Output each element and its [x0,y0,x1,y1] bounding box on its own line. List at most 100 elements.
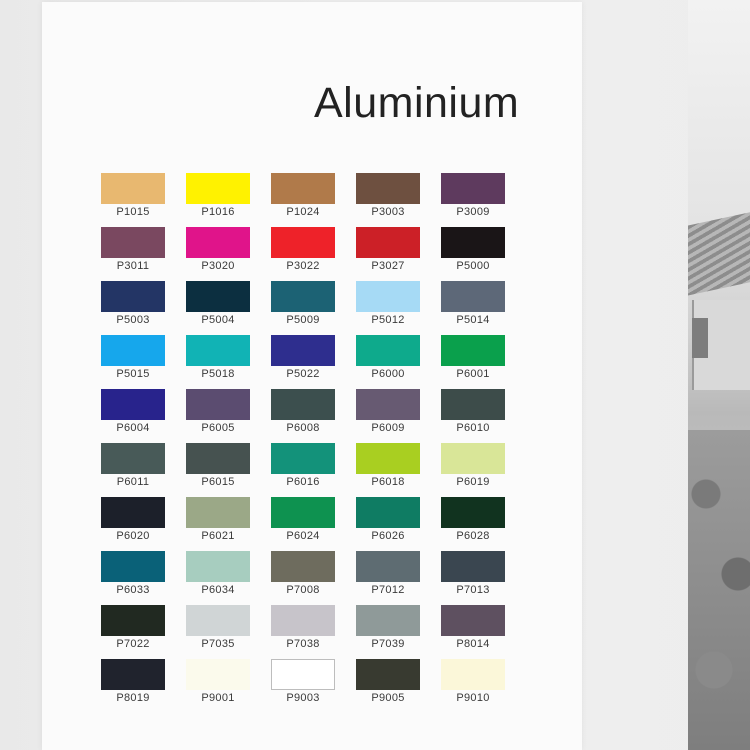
color-swatch-item: P5018 [186,335,250,381]
color-swatch [271,659,335,690]
color-swatch-item: P5014 [441,281,505,327]
color-code-label: P9005 [371,692,405,704]
color-code-label: P6015 [201,476,235,488]
color-code-label: P5009 [286,314,320,326]
color-swatch [186,389,250,420]
color-swatch-item: P6018 [356,443,420,489]
color-swatch [186,659,250,690]
color-swatch [186,227,250,258]
color-swatch [186,281,250,312]
color-swatch-item: P7022 [101,605,165,651]
color-code-label: P8019 [116,692,150,704]
color-swatch-item: P5004 [186,281,250,327]
color-swatch [441,443,505,474]
color-code-label: P7038 [286,638,320,650]
color-code-label: P5014 [456,314,490,326]
color-swatch-item: P6011 [101,443,165,489]
color-swatch-item: P1015 [101,173,165,219]
color-swatch-item: P7008 [271,551,335,597]
color-code-label: P8014 [456,638,490,650]
color-code-label: P6000 [371,368,405,380]
color-swatch-item: P6001 [441,335,505,381]
color-swatch-item: P6020 [101,497,165,543]
color-code-label: P7022 [116,638,150,650]
color-swatch [271,497,335,528]
color-swatch [101,497,165,528]
color-swatch [356,389,420,420]
color-swatch-item: P7038 [271,605,335,651]
color-code-label: P5012 [371,314,405,326]
color-code-label: P6010 [456,422,490,434]
color-code-label: P6034 [201,584,235,596]
color-swatch [186,605,250,636]
color-swatch [101,443,165,474]
color-swatch [441,659,505,690]
color-code-label: P7039 [371,638,405,650]
color-code-label: P6024 [286,530,320,542]
color-swatch [101,551,165,582]
color-swatch-item: P3027 [356,227,420,273]
color-swatch [441,173,505,204]
color-swatch [271,227,335,258]
color-swatch [441,497,505,528]
color-swatch-item: P3022 [271,227,335,273]
color-code-label: P7035 [201,638,235,650]
color-swatch-item: P3009 [441,173,505,219]
color-swatch [101,605,165,636]
color-swatch-item: P6028 [441,497,505,543]
color-code-label: P3027 [371,260,405,272]
color-code-label: P6005 [201,422,235,434]
color-code-label: P5018 [201,368,235,380]
color-swatch [441,389,505,420]
color-swatch-item: P6024 [271,497,335,543]
color-swatch-item: P5009 [271,281,335,327]
color-swatch-item: P8019 [101,659,165,705]
color-swatch [101,281,165,312]
color-swatch [356,281,420,312]
color-code-label: P3003 [371,206,405,218]
color-swatch-item: P5012 [356,281,420,327]
color-code-label: P7012 [371,584,405,596]
color-swatch-item: P5000 [441,227,505,273]
color-swatch [441,335,505,366]
color-swatch-item: P9010 [441,659,505,705]
color-code-label: P1015 [116,206,150,218]
color-code-label: P7013 [456,584,490,596]
color-code-label: P6016 [286,476,320,488]
color-swatch [101,173,165,204]
color-swatch [271,443,335,474]
color-swatch [356,173,420,204]
color-swatch-item: P1016 [186,173,250,219]
color-swatch [271,551,335,582]
color-swatch-item: P6016 [271,443,335,489]
color-swatch [101,659,165,690]
color-code-label: P6019 [456,476,490,488]
color-swatch-grid: P1015 P1016 P1024 P3003 P3009 P3011 P3020 P3022… [0,0,750,750]
color-swatch [186,551,250,582]
color-swatch [356,443,420,474]
color-swatch [441,605,505,636]
color-swatch [441,281,505,312]
color-code-label: P6011 [116,476,150,488]
color-swatch-item: P6005 [186,389,250,435]
color-swatch [186,335,250,366]
color-code-label: P3009 [456,206,490,218]
color-code-label: P5000 [456,260,490,272]
color-swatch-item: P5022 [271,335,335,381]
color-swatch [356,551,420,582]
color-swatch-item: P6015 [186,443,250,489]
color-swatch-item: P3020 [186,227,250,273]
color-swatch [186,173,250,204]
color-code-label: P3020 [201,260,235,272]
color-code-label: P6026 [371,530,405,542]
color-swatch-item: P6034 [186,551,250,597]
color-swatch [271,173,335,204]
color-swatch-item: P7013 [441,551,505,597]
color-swatch-item: P6009 [356,389,420,435]
color-swatch-item: P9005 [356,659,420,705]
color-code-label: P6033 [116,584,150,596]
color-swatch-item: P6033 [101,551,165,597]
color-code-label: P5003 [116,314,150,326]
color-code-label: P7008 [286,584,320,596]
color-code-label: P5015 [116,368,150,380]
